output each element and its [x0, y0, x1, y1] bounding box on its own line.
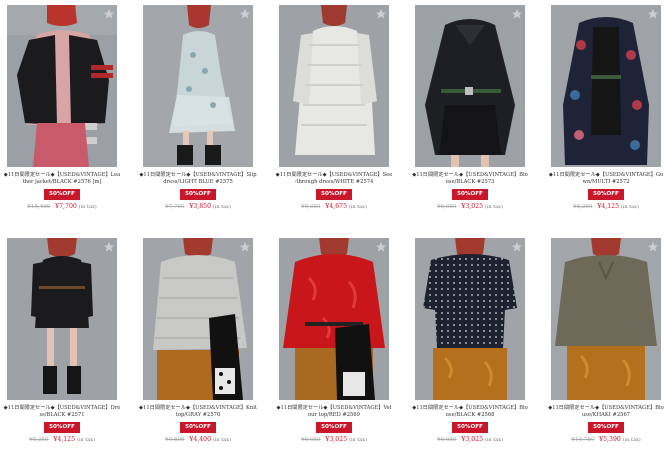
tax-note: (in tax)	[622, 437, 641, 443]
tax-note: (in tax)	[348, 204, 367, 210]
product-title[interactable]: ◆11日間限定セール◆【USED&VINTAGE】Knit top/GRAY #…	[139, 405, 257, 419]
discount-badge: 50%OFF	[44, 189, 80, 200]
favorite-star-icon[interactable]	[511, 8, 523, 20]
favorite-star-icon[interactable]	[375, 241, 387, 253]
tax-note: (in tax)	[484, 437, 503, 443]
product-title[interactable]: ◆11日間限定セール◆【USED&VINTAGE】Blouse/KHAKI #2…	[547, 405, 665, 419]
product-title[interactable]: ◆11日間限定セール◆【USED&VINTAGE】Dress/BLACK #25…	[3, 405, 121, 419]
product-title[interactable]: ◆11日間限定セール◆【USED&VINTAGE】Velour top/RED …	[275, 405, 393, 419]
tax-note: (in tax)	[348, 437, 367, 443]
product-photo[interactable]	[279, 5, 389, 167]
discount-badge: 50%OFF	[44, 422, 80, 433]
price-line: ¥7,700 ¥3,850 (in tax)	[139, 202, 257, 212]
product-grid: ◆11日間限定セール◆【USED&VINTAGE】Leather jacket/…	[0, 0, 667, 452]
sale-price: ¥4,400	[189, 436, 212, 443]
favorite-star-icon[interactable]	[647, 8, 659, 20]
discount-badge: 50%OFF	[588, 189, 624, 200]
discount-badge: 50%OFF	[316, 189, 352, 200]
discount-badge: 50%OFF	[180, 189, 216, 200]
original-price: ¥7,700	[165, 204, 185, 210]
discount-badge: 50%OFF	[316, 422, 352, 433]
price-line: ¥15,400 ¥7,700 (in tax)	[3, 202, 121, 212]
product-photo[interactable]	[551, 5, 661, 167]
sale-price: ¥4,125	[53, 436, 76, 443]
product-title[interactable]: ◆11日間限定セール◆【USED&VINTAGE】See-through dre…	[275, 172, 393, 186]
tax-note: (in tax)	[212, 204, 231, 210]
product-photo[interactable]	[7, 5, 117, 167]
product-title[interactable]: ◆11日間限定セール◆【USED&VINTAGE】Blouse/BLACK #2…	[411, 172, 529, 186]
product-photo[interactable]	[415, 5, 525, 167]
tax-note: (in tax)	[212, 437, 231, 443]
product-title[interactable]: ◆11日間限定セール◆【USED&VINTAGE】Leather jacket/…	[3, 172, 121, 186]
tax-note: (in tax)	[484, 204, 503, 210]
original-price: ¥8,250	[573, 204, 593, 210]
tax-note: (in tax)	[78, 204, 97, 210]
original-price: ¥8,250	[29, 437, 49, 443]
price-line: ¥8,250 ¥4,125 (in tax)	[547, 202, 665, 212]
original-price: ¥6,050	[437, 204, 457, 210]
sale-price: ¥5,390	[599, 436, 621, 443]
product-title[interactable]: ◆11日間限定セール◆【USED&VINTAGE】Slip dress/LIGH…	[139, 172, 257, 186]
original-price: ¥10,780	[571, 437, 595, 443]
product-photo[interactable]	[415, 238, 525, 400]
price-line: ¥10,780 ¥5,390 (in tax)	[547, 435, 665, 445]
original-price: ¥6,050	[437, 437, 457, 443]
discount-badge: 50%OFF	[452, 189, 488, 200]
sale-price: ¥7,700	[55, 203, 77, 210]
product-photo[interactable]	[143, 5, 253, 167]
favorite-star-icon[interactable]	[103, 241, 115, 253]
price-line: ¥9,350 ¥4,675 (in tax)	[275, 202, 393, 212]
favorite-star-icon[interactable]	[239, 8, 251, 20]
favorite-star-icon[interactable]	[647, 241, 659, 253]
original-price: ¥15,400	[27, 204, 51, 210]
sale-price: ¥4,125	[597, 203, 620, 210]
favorite-star-icon[interactable]	[511, 241, 523, 253]
favorite-star-icon[interactable]	[103, 8, 115, 20]
product-photo[interactable]	[279, 238, 389, 400]
product-photo[interactable]	[7, 238, 117, 400]
tax-note: (in tax)	[76, 437, 95, 443]
price-line: ¥6,050 ¥3,025 (in tax)	[411, 435, 529, 445]
product-title[interactable]: ◆11日間限定セール◆【USED&VINTAGE】Gown/MULTI #257…	[547, 172, 665, 186]
sale-price: ¥3,850	[189, 203, 212, 210]
original-price: ¥9,800	[165, 437, 185, 443]
price-line: ¥6,050 ¥3,025 (in tax)	[411, 202, 529, 212]
product-photo[interactable]	[143, 238, 253, 400]
favorite-star-icon[interactable]	[239, 241, 251, 253]
sale-price: ¥3,025	[461, 203, 484, 210]
price-line: ¥6,050 ¥3,025 (in tax)	[275, 435, 393, 445]
product-photo[interactable]	[551, 238, 661, 400]
sale-price: ¥3,025	[461, 436, 484, 443]
discount-badge: 50%OFF	[452, 422, 488, 433]
sale-price: ¥4,675	[325, 203, 348, 210]
favorite-star-icon[interactable]	[375, 8, 387, 20]
discount-badge: 50%OFF	[588, 422, 624, 433]
tax-note: (in tax)	[620, 204, 639, 210]
price-line: ¥9,800 ¥4,400 (in tax)	[139, 435, 257, 445]
sale-price: ¥3,025	[325, 436, 348, 443]
original-price: ¥6,050	[301, 437, 321, 443]
original-price: ¥9,350	[301, 204, 321, 210]
product-title[interactable]: ◆11日間限定セール◆【USED&VINTAGE】Blouse/BLACK #2…	[411, 405, 529, 419]
discount-badge: 50%OFF	[180, 422, 216, 433]
price-line: ¥8,250 ¥4,125 (in tax)	[3, 435, 121, 445]
